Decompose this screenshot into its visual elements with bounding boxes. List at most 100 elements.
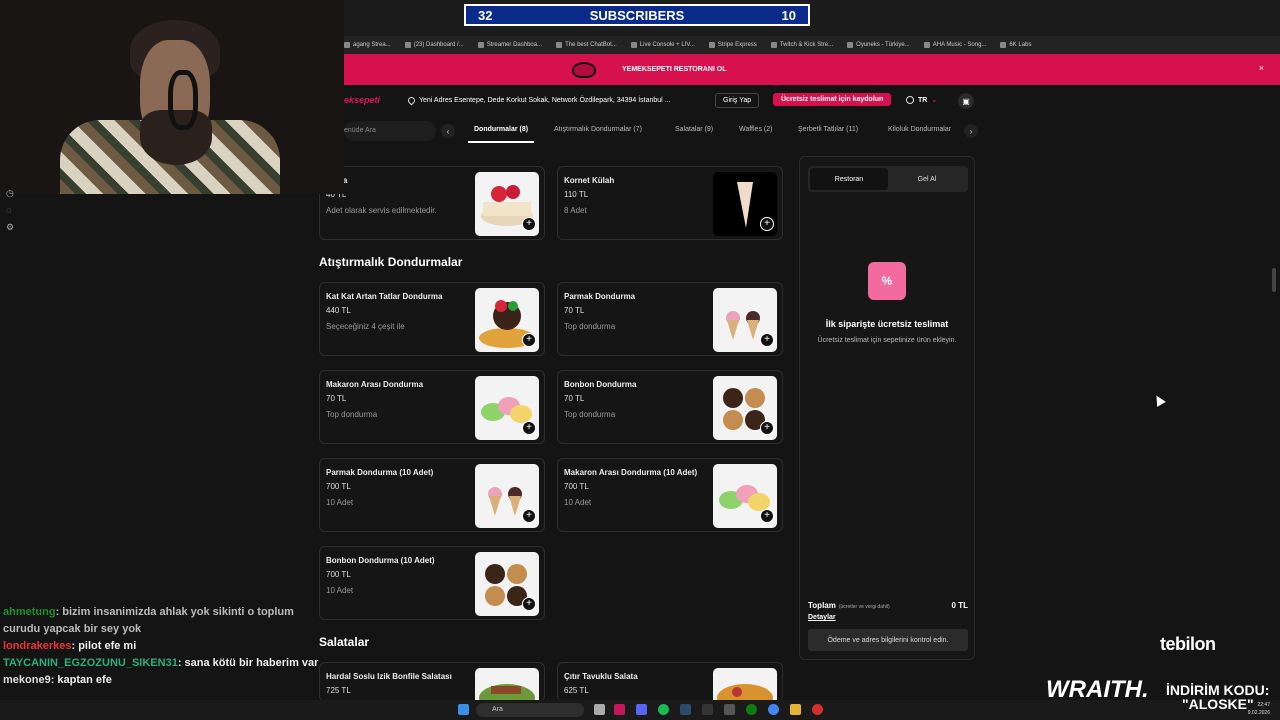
add-to-cart-button[interactable]: + — [760, 217, 774, 231]
chrome-icon[interactable] — [768, 704, 779, 715]
brand-logo[interactable]: eksepeti — [344, 95, 380, 105]
add-to-cart-button[interactable]: + — [522, 421, 536, 435]
chat-text: : pilot efe mi — [71, 640, 137, 652]
product-card[interactable]: Bonbon Dondurma (10 Adet) 700 TL 10 Adet… — [319, 546, 545, 620]
bookmark-item[interactable]: Stripe Express — [708, 42, 757, 48]
bookmark-favicon-icon — [404, 42, 411, 48]
subscribers-goal-widget: 32 SUBSCRIBERS 10 — [464, 4, 810, 26]
tab-pickup[interactable]: Gel Al — [888, 168, 966, 190]
product-card[interactable]: Kat Kat Artan Tatlar Dondurma 440 TL Seç… — [319, 282, 545, 356]
spotify-icon[interactable] — [658, 704, 669, 715]
tebilon-logo: tebilon — [1160, 634, 1216, 654]
product-card[interactable]: Parmak Dondurma 70 TL Top dondurma + — [557, 282, 783, 356]
tab-atistirmalik-dondurmalar[interactable]: Atıştırmalık Dondurmalar (7) — [554, 126, 642, 133]
brand-logo-icon — [572, 61, 596, 78]
add-to-cart-button[interactable]: + — [522, 333, 536, 347]
chevron-left-icon[interactable]: ‹ — [441, 124, 455, 138]
bookmark-item[interactable]: The best ChatBot... — [556, 42, 617, 48]
product-description: 8 Adet — [564, 206, 587, 215]
location-pin-icon — [406, 95, 417, 106]
bookmark-favicon-icon — [847, 42, 854, 48]
product-price: 700 TL — [326, 482, 351, 491]
chat-username: londrakerkes — [3, 640, 72, 652]
browser-icon[interactable] — [614, 704, 625, 715]
bookmark-item[interactable]: Live Console + LIV... — [630, 42, 695, 48]
promo-text: YEMEKSEPETI RESTORANI OL — [622, 66, 727, 73]
bookmark-item[interactable]: AHA Music - Song... — [923, 42, 986, 48]
product-description: Seçeceğiniz 4 çeşit ile — [326, 322, 405, 331]
product-name: Bonbon Dondurma — [564, 380, 637, 389]
tab-kiloluk-dondurmalar[interactable]: Kiloluk Dondurmalar — [888, 126, 951, 133]
globe-icon — [906, 96, 914, 104]
details-link[interactable]: Detaylar — [808, 614, 836, 621]
total-value: 0 TL — [951, 601, 968, 610]
discount-code: "ALOSKE" — [1182, 696, 1254, 712]
bookmark-item[interactable]: (23) Dashboard /... — [404, 42, 464, 48]
signup-button[interactable]: Ücretsiz teslimat için kaydolun — [773, 93, 892, 106]
wraith-sponsor-logo: WRAITH. — [1046, 676, 1149, 703]
product-card[interactable]: Helva 40 TL Adet olarak servis edilmekte… — [319, 166, 545, 240]
product-description: Adet olarak servis edilmektedir. — [326, 206, 437, 215]
bookmark-item[interactable]: Oyuneks - Türkiye... — [847, 42, 910, 48]
product-description: Top dondurma — [564, 410, 616, 419]
promo-banner[interactable]: YEMEKSEPETI RESTORANI OL × — [344, 54, 1280, 85]
tab-serbetli-tatlilar[interactable]: Şerbetli Tatlılar (11) — [798, 126, 858, 133]
add-to-cart-button[interactable]: + — [522, 217, 536, 231]
add-to-cart-button[interactable]: + — [760, 333, 774, 347]
bookmark-favicon-icon — [1000, 42, 1007, 48]
bookmark-item[interactable]: agang Strea... — [344, 42, 391, 48]
product-card[interactable]: Hardal Soslu Izik Bonfile Salatası 725 T… — [319, 662, 545, 702]
scrollbar-thumb[interactable] — [1272, 268, 1276, 292]
windows-start-icon[interactable] — [458, 704, 469, 715]
product-card[interactable]: Kornet Külah 110 TL 8 Adet + — [557, 166, 783, 240]
active-tab-indicator — [468, 141, 534, 143]
bookmark-item[interactable]: Streamer Dashboa... — [477, 42, 542, 48]
obs-icon[interactable] — [812, 704, 823, 715]
add-to-cart-button[interactable]: + — [760, 509, 774, 523]
product-description: Top dondurma — [326, 410, 378, 419]
taskbar-search[interactable]: Ara — [476, 703, 584, 717]
chat-text: : kaptan efe — [50, 674, 112, 686]
free-delivery-title: İlk siparişte ücretsiz teslimat — [825, 319, 949, 329]
add-to-cart-button[interactable]: + — [760, 421, 774, 435]
history-icon[interactable]: ◷ — [6, 188, 20, 205]
tab-salatalar[interactable]: Salatalar (9) — [675, 126, 713, 133]
add-to-cart-button[interactable]: + — [522, 509, 536, 523]
address-selector[interactable]: Yeni Adres Esentepe, Dede Korkut Sokak, … — [406, 95, 671, 106]
bookmark-favicon-icon — [630, 42, 637, 48]
menu-search-input[interactable]: enüde Ara — [344, 121, 436, 141]
bookmark-item[interactable]: 6K Labs — [1000, 42, 1031, 48]
checkout-button[interactable]: Ödeme ve adres bilgilerini kontrol edin. — [808, 629, 968, 651]
tab-restaurant[interactable]: Restoran — [810, 168, 888, 190]
folder-icon[interactable] — [790, 704, 801, 715]
product-price: 700 TL — [326, 570, 351, 579]
tab-waffles[interactable]: Waffles (2) — [739, 126, 772, 133]
product-image — [475, 668, 539, 702]
app-icon[interactable] — [724, 704, 735, 715]
product-name: Kornet Külah — [564, 176, 615, 185]
product-price: 700 TL — [564, 482, 589, 491]
section-heading: Atıştırmalık Dondurmalar — [319, 255, 463, 269]
file-explorer-icon[interactable] — [594, 704, 605, 715]
extensions-icon[interactable]: ◌ — [6, 205, 20, 222]
xbox-icon[interactable] — [746, 704, 757, 715]
login-button[interactable]: Giriş Yap — [715, 93, 760, 108]
settings-icon[interactable]: ⚙ — [6, 222, 20, 239]
total-note: (ücretler ve vergi dahil) — [838, 604, 890, 610]
product-card[interactable]: Parmak Dondurma (10 Adet) 700 TL 10 Adet… — [319, 458, 545, 532]
steam-icon[interactable] — [680, 704, 691, 715]
chevron-down-icon: ⌄ — [931, 97, 938, 104]
cart-icon[interactable]: ▣ — [958, 93, 974, 109]
bookmark-item[interactable]: Twitch & Kick Stre... — [770, 42, 833, 48]
add-to-cart-button[interactable]: + — [522, 597, 536, 611]
product-card[interactable]: Makaron Arası Dondurma (10 Adet) 700 TL … — [557, 458, 783, 532]
discord-icon[interactable] — [636, 704, 647, 715]
close-icon[interactable]: × — [1259, 63, 1264, 73]
epic-games-icon[interactable] — [702, 704, 713, 715]
tab-dondurmalar[interactable]: Dondurmalar (8) — [474, 126, 528, 133]
product-card[interactable]: Çıtır Tavuklu Salata 625 TL — [557, 662, 783, 702]
language-selector[interactable]: TR ⌄ — [906, 96, 937, 104]
product-card[interactable]: Bonbon Dondurma 70 TL Top dondurma + — [557, 370, 783, 444]
chevron-right-icon[interactable]: › — [964, 124, 978, 138]
product-card[interactable]: Makaron Arası Dondurma 70 TL Top dondurm… — [319, 370, 545, 444]
